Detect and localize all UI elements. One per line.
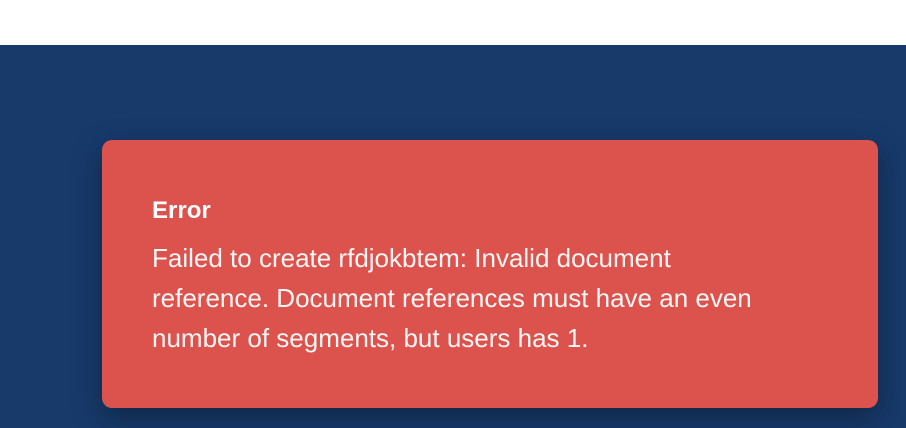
error-toast: Error Failed to create rfdjokbtem: Inval…: [102, 140, 878, 408]
toast-message: Failed to create rfdjokbtem: Invalid doc…: [152, 243, 752, 353]
top-bar: [0, 0, 906, 45]
toast-title: Error: [152, 197, 211, 224]
